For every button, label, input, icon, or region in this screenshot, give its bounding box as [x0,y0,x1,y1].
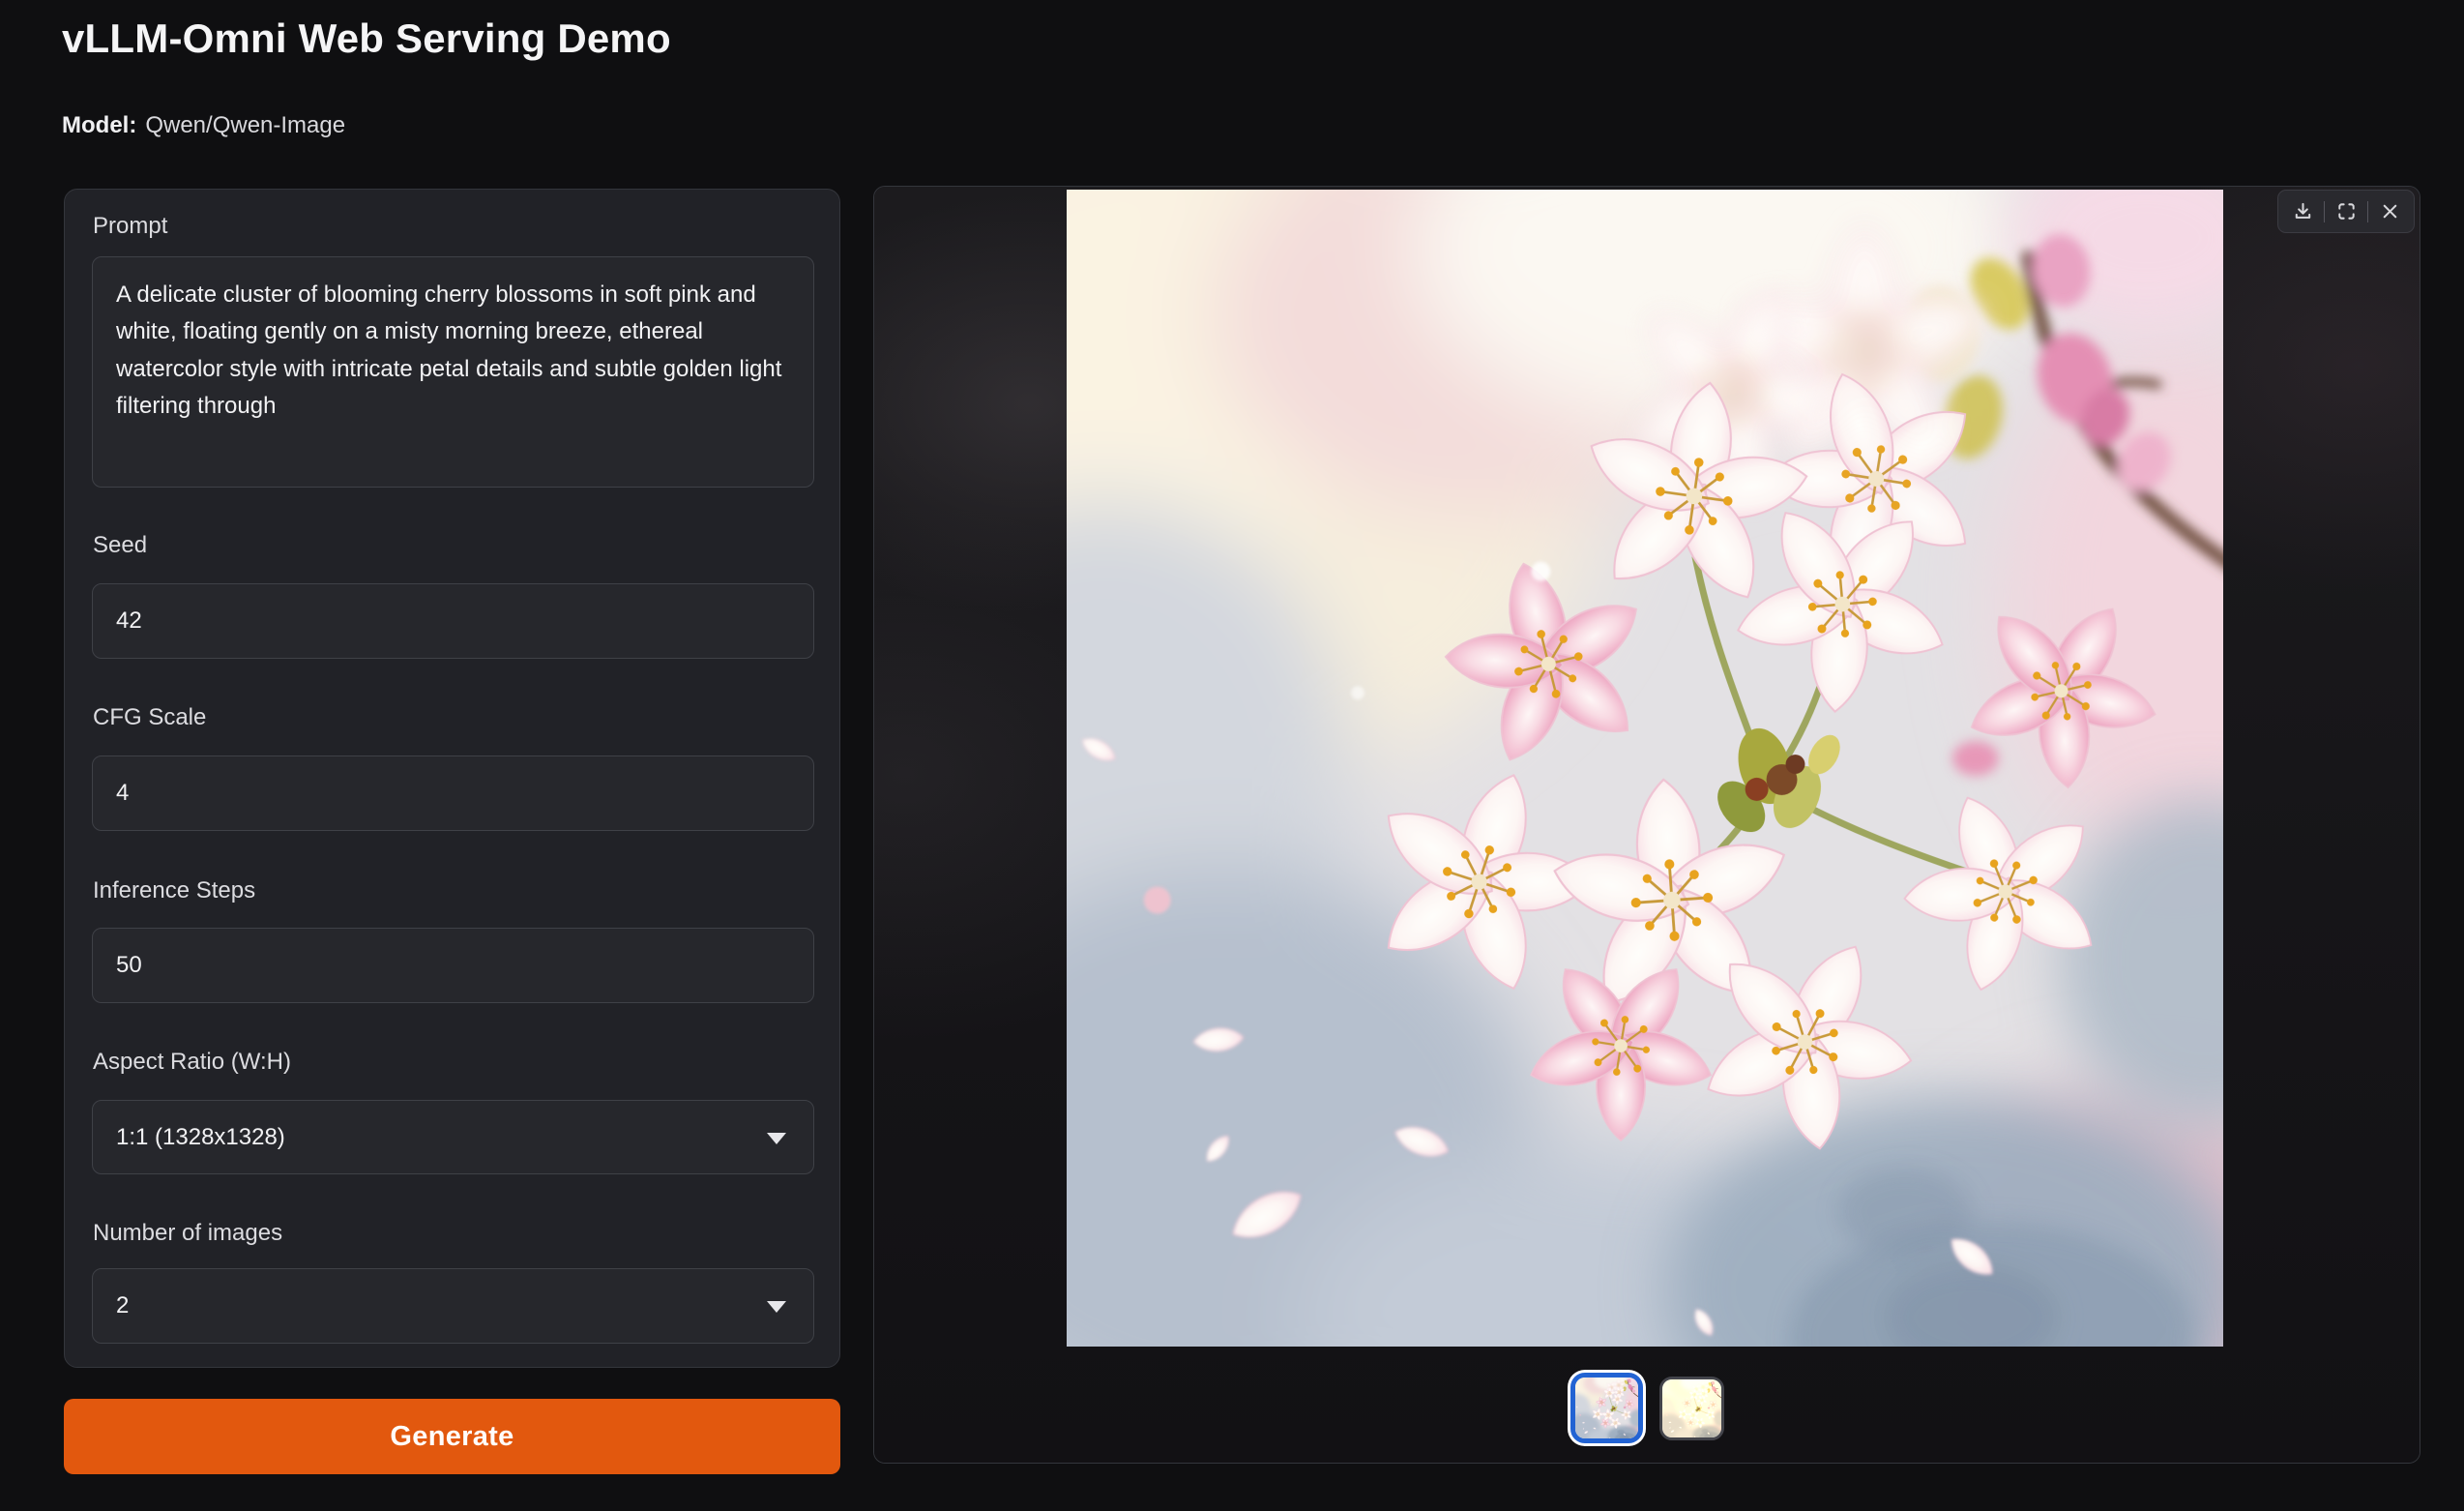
generated-image[interactable] [1067,190,2223,1347]
gallery-thumbnail-1[interactable] [1570,1373,1643,1443]
prompt-input[interactable]: A delicate cluster of blooming cherry bl… [92,256,814,488]
cfg-scale-label: CFG Scale [93,704,206,731]
model-label: Model: [62,112,136,138]
num-images-value: 2 [116,1292,129,1319]
chevron-down-icon [767,1301,786,1313]
prompt-label: Prompt [93,213,167,240]
aspect-ratio-value: 1:1 (1328x1328) [116,1124,285,1151]
generate-button[interactable]: Generate [64,1399,840,1474]
image-viewer-panel [873,186,2420,1464]
seed-input[interactable] [92,583,814,659]
close-icon [2379,200,2401,222]
inference-steps-label: Inference Steps [93,877,255,904]
close-button[interactable] [2368,192,2411,231]
inference-steps-input[interactable] [92,928,814,1003]
num-images-select[interactable]: 2 [92,1268,814,1344]
fullscreen-button[interactable] [2325,192,2367,231]
seed-label: Seed [93,532,147,559]
cfg-scale-input[interactable] [92,756,814,831]
app: vLLM-Omni Web Serving Demo Model: Qwen/Qw… [0,0,2464,1511]
settings-panel: Prompt A delicate cluster of blooming ch… [64,189,840,1368]
image-toolbar [2277,190,2415,233]
page-title: vLLM-Omni Web Serving Demo [62,15,671,62]
download-icon [2292,200,2314,222]
model-value: Qwen/Qwen-Image [145,112,345,138]
aspect-ratio-label: Aspect Ratio (W:H) [93,1049,291,1076]
model-line: Model: Qwen/Qwen-Image [62,112,345,139]
thumbnail-gallery [874,1373,2420,1450]
aspect-ratio-select[interactable]: 1:1 (1328x1328) [92,1100,814,1174]
chevron-down-icon [767,1133,786,1144]
num-images-label: Number of images [93,1220,282,1247]
fullscreen-icon [2335,200,2358,222]
download-button[interactable] [2281,192,2324,231]
gallery-thumbnail-2[interactable] [1659,1377,1724,1440]
